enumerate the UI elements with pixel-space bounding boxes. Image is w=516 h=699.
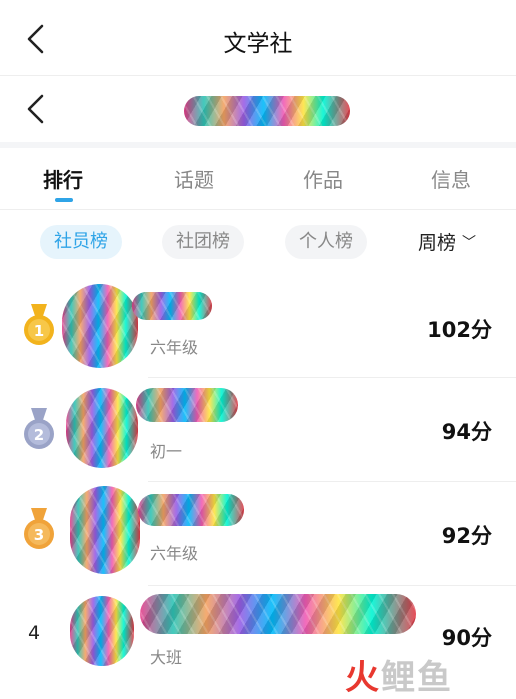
tab-works[interactable]: 作品	[303, 164, 343, 193]
svg-text:2: 2	[34, 426, 44, 444]
redacted-username	[138, 494, 244, 526]
redacted-username	[136, 388, 238, 422]
brand-watermark: 火鲤鱼	[345, 650, 453, 699]
member-score: 92分	[441, 524, 492, 548]
member-score: 90分	[441, 626, 492, 650]
redacted-avatar	[70, 596, 134, 666]
member-grade: 初一	[150, 442, 183, 461]
tab-topics[interactable]: 话题	[174, 164, 214, 193]
period-selector[interactable]: 周榜 ﹀	[418, 228, 476, 255]
silver-medal-icon: 2	[24, 408, 54, 449]
member-grade: 六年级	[150, 338, 199, 357]
chevron-down-icon: ﹀	[462, 235, 477, 251]
ranking-row[interactable]: 2 初一 94分	[0, 378, 516, 482]
redacted-club-name	[184, 96, 350, 126]
watermark-text: 鲤鱼	[381, 658, 453, 698]
svg-text:1: 1	[34, 322, 44, 340]
svg-text:3: 3	[34, 526, 44, 544]
filter-member-ranking[interactable]: 社员榜	[40, 225, 122, 259]
tab-ranking[interactable]: 排行	[43, 164, 83, 193]
rank-number: 4	[28, 622, 41, 644]
redacted-username	[132, 292, 212, 320]
active-tab-indicator	[55, 198, 73, 202]
filter-club-ranking[interactable]: 社团榜	[162, 225, 244, 259]
member-score: 102分	[427, 318, 492, 342]
gold-medal-icon: 1	[24, 304, 54, 345]
redacted-avatar	[62, 284, 138, 368]
page-title: 文学社	[223, 31, 293, 57]
period-label: 周榜	[418, 232, 457, 254]
tab-info[interactable]: 信息	[431, 164, 471, 193]
ranking-filter-bar: 社员榜 社团榜 个人榜 周榜 ﹀	[0, 210, 516, 274]
top-navigation-bar: 文学社	[0, 0, 516, 76]
redacted-avatar	[70, 486, 140, 574]
member-grade: 六年级	[150, 544, 199, 563]
member-score: 94分	[441, 420, 492, 444]
redacted-username	[140, 594, 416, 634]
member-grade: 大班	[150, 648, 183, 667]
ranking-row[interactable]: 1 六年级 102分	[0, 274, 516, 378]
watermark-text: 火	[345, 658, 381, 698]
redacted-avatar	[66, 388, 138, 468]
chevron-left-icon[interactable]	[24, 92, 48, 126]
club-header-bar	[0, 76, 516, 142]
ranking-row[interactable]: 3 六年级 92分	[0, 482, 516, 586]
tab-bar: 排行 话题 作品 信息	[0, 148, 516, 210]
filter-personal-ranking[interactable]: 个人榜	[285, 225, 367, 259]
bronze-medal-icon: 3	[24, 508, 54, 549]
